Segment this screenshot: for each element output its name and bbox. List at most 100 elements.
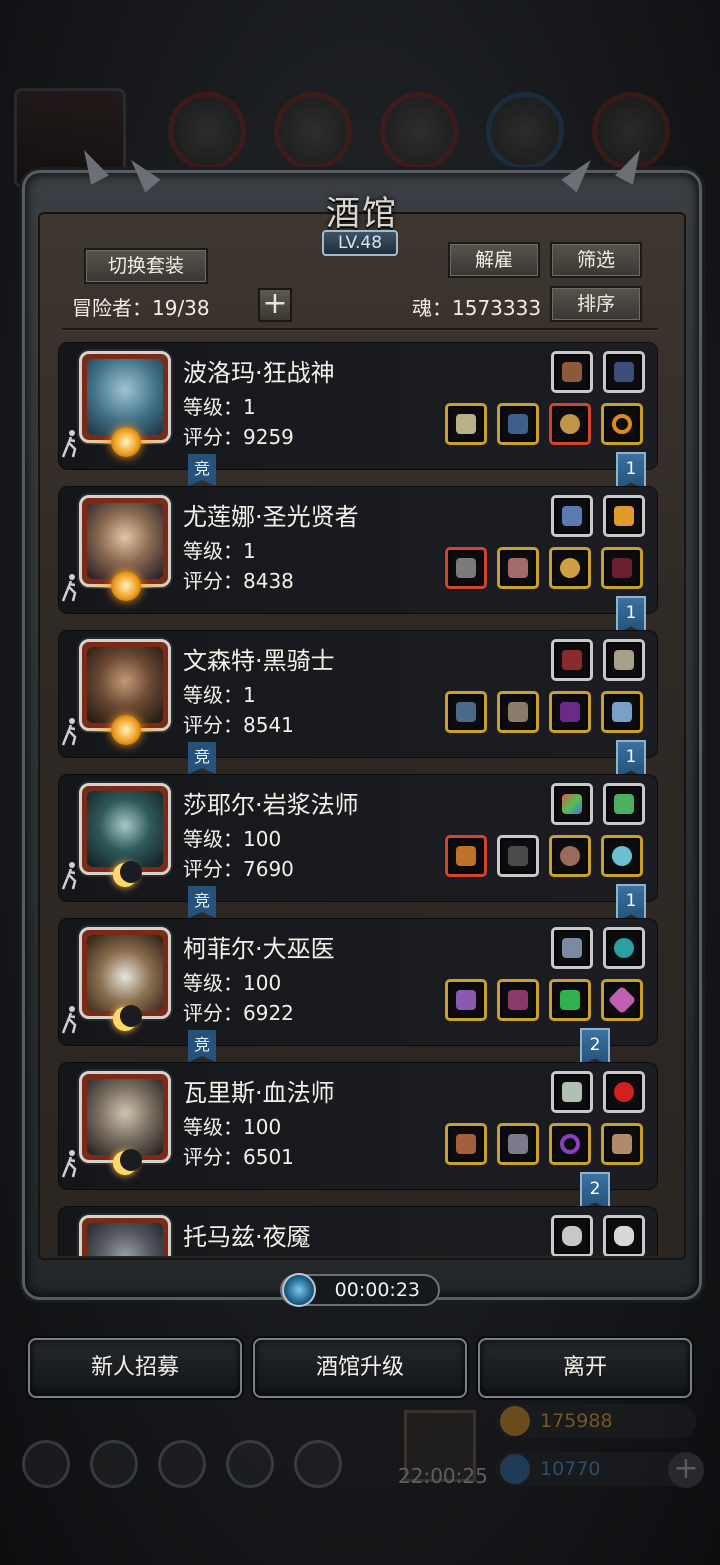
dagger-slot-icon[interactable] <box>549 691 591 733</box>
moon-rank-icon <box>113 1005 142 1031</box>
fire-staff-slot-icon[interactable] <box>445 835 487 877</box>
ring-slot-icon[interactable] <box>601 403 643 445</box>
scroll-slot-icon[interactable] <box>603 783 645 825</box>
robe-slot-icon[interactable] <box>497 835 539 877</box>
rune-slot-icon[interactable] <box>603 351 645 393</box>
bracer-slot-icon[interactable] <box>601 547 643 589</box>
mantle-slot-icon[interactable] <box>497 979 539 1021</box>
hero-card[interactable]: 尤莲娜·圣光贤者 等级：1 评分：8438 <box>58 486 658 614</box>
vase-slot-icon[interactable] <box>601 691 643 733</box>
hero-score: 评分：7690 <box>183 857 294 881</box>
lantern-slot-icon[interactable] <box>551 495 593 537</box>
bracelet-slot-icon[interactable] <box>549 1123 591 1165</box>
mail-icon[interactable] <box>226 1440 274 1488</box>
hero-avatar <box>87 1223 163 1256</box>
blood-gem-slot-icon[interactable] <box>603 1071 645 1113</box>
walking-figure-icon <box>61 718 77 746</box>
switch-outfit-button[interactable]: 切换套装 <box>84 248 208 284</box>
sort-button[interactable]: 排序 <box>550 286 642 322</box>
compete-tag: 竞 <box>188 742 216 774</box>
gold-value: 175988 <box>540 1410 613 1432</box>
prism-slot-icon[interactable] <box>551 783 593 825</box>
rank-flag: 1 <box>616 884 646 922</box>
hero-level: 等级：100 <box>183 971 282 995</box>
gift-timer: 22:00:25 <box>398 1464 488 1488</box>
hero-avatar <box>87 1079 163 1155</box>
settings-icon[interactable] <box>22 1440 70 1488</box>
walking-figure-icon <box>61 430 77 458</box>
orb-slot-icon[interactable] <box>549 835 591 877</box>
hero-card[interactable]: 瓦里斯·血法师 等级：100 评分：6501 <box>58 1062 658 1190</box>
screen: 86735 10413 109133 酒馆 LV.48 切换套装 解雇 筛选 排… <box>0 0 720 1565</box>
hero-name: 柯菲尔·大巫医 <box>183 935 335 963</box>
compete-tag: 竞 <box>188 886 216 918</box>
cloak-slot-icon[interactable] <box>551 639 593 681</box>
hero-avatar-frame[interactable] <box>79 927 171 1019</box>
gem-slot-icon[interactable] <box>603 927 645 969</box>
hero-card[interactable]: 莎耶尔·岩浆法师 等级：100 评分：7690 <box>58 774 658 902</box>
header-divider <box>62 328 658 330</box>
blade-slot-icon[interactable] <box>497 1123 539 1165</box>
hero-score: 评分：6501 <box>183 1145 294 1169</box>
rank-flag: 2 <box>580 1028 610 1066</box>
emerald-slot-icon[interactable] <box>549 979 591 1021</box>
staff-weapon-slot-icon[interactable] <box>445 547 487 589</box>
leave-button[interactable]: 离开 <box>478 1338 692 1398</box>
hero-card[interactable]: 托马兹·夜魇 <box>58 1206 658 1256</box>
add-gem-icon[interactable]: + <box>668 1452 704 1488</box>
rank-flag: 1 <box>616 740 646 778</box>
helm-slot-icon[interactable] <box>497 547 539 589</box>
pendant-slot-icon[interactable] <box>551 927 593 969</box>
dismiss-button[interactable]: 解雇 <box>448 242 540 278</box>
pebble-slot-icon[interactable] <box>603 1215 645 1256</box>
scepter-weapon-slot-icon[interactable] <box>445 1123 487 1165</box>
add-slot-button[interactable]: + <box>258 288 292 322</box>
axe-weapon-slot-icon[interactable] <box>445 403 487 445</box>
hero-avatar-frame[interactable] <box>79 783 171 875</box>
hero-card[interactable]: 文森特·黑骑士 等级：1 评分：8541 <box>58 630 658 758</box>
hero-list[interactable]: 波洛玛·狂战神 等级：1 评分：9259 竞 1 尤莲娜·圣光贤者 等级：1 评… <box>58 342 658 1256</box>
rank-flag: 1 <box>616 452 646 490</box>
spear-weapon-slot-icon[interactable] <box>445 691 487 733</box>
hero-card[interactable]: 波洛玛·狂战神 等级：1 评分：9259 <box>58 342 658 470</box>
rank-flag: 1 <box>616 596 646 634</box>
lotus-slot-icon[interactable] <box>603 495 645 537</box>
club-slot-icon[interactable] <box>603 639 645 681</box>
sun-rank-icon <box>111 715 141 745</box>
sigil-slot-icon[interactable] <box>551 1071 593 1113</box>
necklace-slot-icon[interactable] <box>551 351 593 393</box>
tavern-level-badge: LV.48 <box>322 230 398 256</box>
gold-counter: 175988 <box>496 1404 696 1438</box>
walking-figure-icon <box>61 862 77 890</box>
rank-flag: 2 <box>580 1172 610 1210</box>
amulet-slot-icon[interactable] <box>549 547 591 589</box>
filter-button[interactable]: 筛选 <box>550 242 642 278</box>
charm-slot-icon[interactable] <box>601 835 643 877</box>
castle-icon[interactable] <box>158 1440 206 1488</box>
refresh-timer-text: 00:00:23 <box>334 1279 420 1301</box>
gold-coin-icon <box>500 1406 530 1436</box>
chestplate-slot-icon[interactable] <box>497 691 539 733</box>
hero-avatar-frame[interactable] <box>79 1215 171 1256</box>
hero-avatar <box>87 503 163 579</box>
hero-level: 等级：1 <box>183 683 256 707</box>
wand-weapon-slot-icon[interactable] <box>445 979 487 1021</box>
hero-score: 评分：9259 <box>183 425 294 449</box>
stone-slot-icon[interactable] <box>551 1215 593 1256</box>
recruit-button[interactable]: 新人招募 <box>28 1338 242 1398</box>
mask-slot-icon[interactable] <box>601 1123 643 1165</box>
tome-slot-icon[interactable] <box>601 979 643 1021</box>
hero-card[interactable]: 柯菲尔·大巫医 等级：100 评分：6922 <box>58 918 658 1046</box>
armor-slot-icon[interactable] <box>497 403 539 445</box>
compete-tag: 竞 <box>188 1030 216 1062</box>
shield-slot-icon[interactable] <box>549 403 591 445</box>
soul-count: 魂：1573333 <box>412 296 542 320</box>
hero-avatar-frame[interactable] <box>79 1071 171 1163</box>
wood-resource-icon <box>274 92 352 170</box>
achievement-icon[interactable] <box>90 1440 138 1488</box>
guild-icon[interactable] <box>294 1440 342 1488</box>
iron-resource-icon <box>380 92 458 170</box>
tavern-upgrade-button[interactable]: 酒馆升级 <box>253 1338 467 1398</box>
hero-name: 瓦里斯·血法师 <box>183 1079 335 1107</box>
adventurer-count: 冒险者：19/38 <box>72 296 210 320</box>
